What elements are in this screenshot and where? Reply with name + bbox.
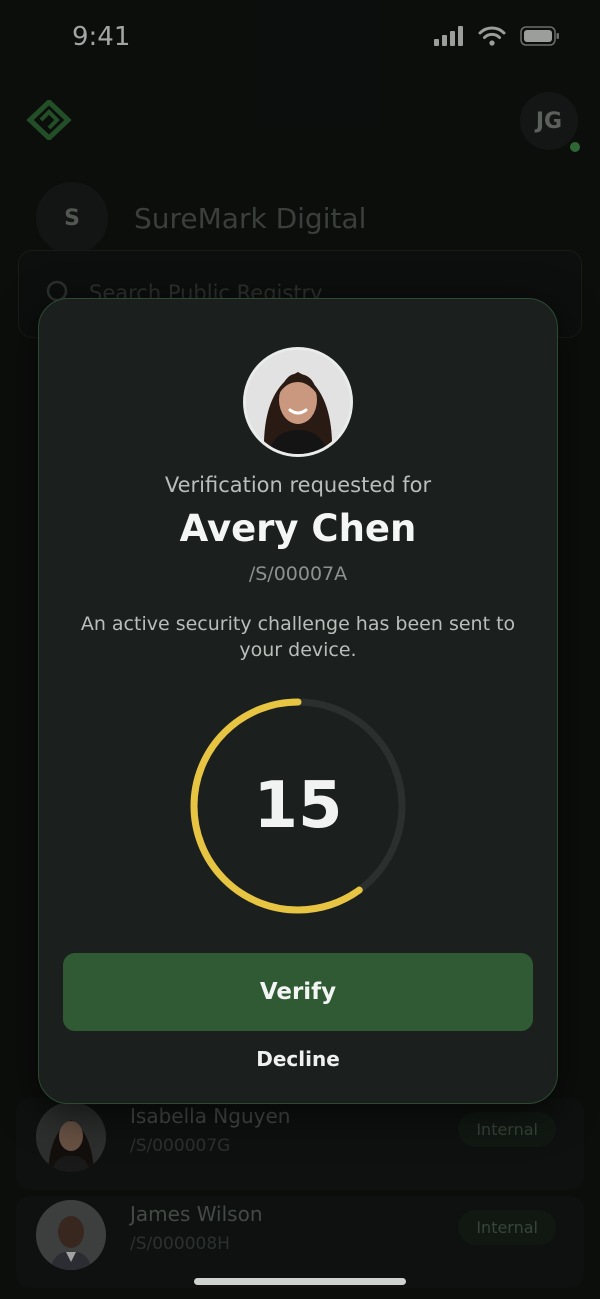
requester-name: Avery Chen (179, 507, 417, 550)
challenge-description: An active security challenge has been se… (80, 613, 516, 661)
verification-dialog: Verification requested for Avery Chen /S… (38, 298, 558, 1104)
requester-id: /S/00007A (248, 563, 348, 585)
verify-button[interactable]: Verify (63, 953, 533, 1031)
countdown-timer: 15 (189, 697, 407, 915)
requester-photo (243, 347, 353, 457)
home-indicator[interactable] (194, 1278, 406, 1285)
request-label: Verification requested for (164, 473, 432, 497)
countdown-value: 15 (253, 769, 343, 843)
decline-button[interactable]: Decline (39, 1047, 557, 1071)
